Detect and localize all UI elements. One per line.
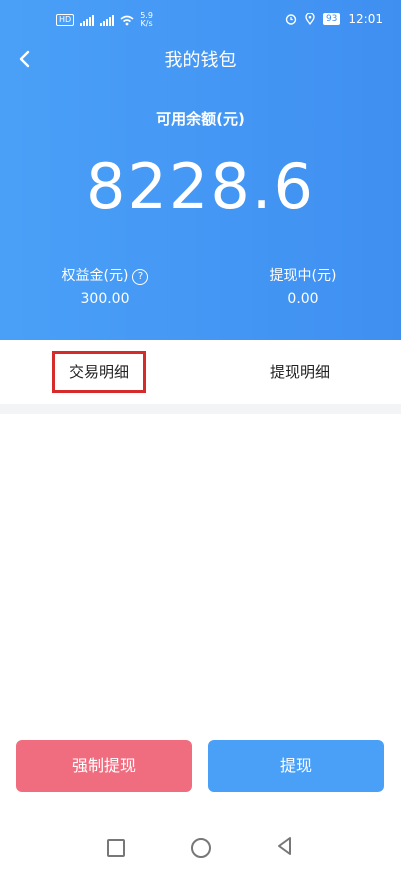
equity-block: 权益金(元)? 300.00 [40, 265, 170, 307]
wallet-header: HD 5.9 K/s 93 12:01 我的钱包 可用余额(元) 8228.6 权… [0, 0, 401, 340]
withdraw-button[interactable]: 提现 [208, 740, 384, 792]
tab-transaction-details[interactable]: 交易明细 [52, 340, 146, 404]
battery-indicator: 93 [322, 13, 341, 25]
withdrawing-block: 提现中(元) 0.00 [238, 265, 368, 307]
wifi-icon [120, 15, 134, 25]
location-icon [305, 13, 315, 25]
balance-value: 8228.6 [86, 150, 315, 223]
balance-label: 可用余额(元) [156, 110, 245, 128]
alarm-icon [285, 14, 297, 25]
signal-icon-2 [100, 14, 115, 26]
detail-tabs: 交易明细 提现明细 [0, 340, 401, 404]
withdrawing-label: 提现中(元) [269, 268, 337, 284]
system-nav-bar [0, 818, 401, 869]
tab-highlight-box: 交易明细 [52, 351, 146, 393]
hd-badge: HD [56, 14, 75, 26]
status-bar: HD 5.9 K/s 93 12:01 [0, 0, 401, 42]
status-right: 93 12:01 [285, 12, 383, 26]
help-icon[interactable]: ? [132, 269, 149, 285]
page-title: 我的钱包 [164, 50, 237, 71]
status-time: 12:01 [348, 12, 383, 26]
net-speed: 5.9 K/s [140, 12, 153, 28]
equity-label: 权益金(元) [61, 268, 129, 284]
section-divider [0, 404, 401, 414]
tab-withdraw-details[interactable]: 提现明细 [256, 340, 344, 404]
triangle-left-icon[interactable] [275, 836, 295, 856]
force-withdraw-button[interactable]: 强制提现 [16, 740, 192, 792]
status-left: HD 5.9 K/s [56, 12, 153, 28]
withdrawing-value: 0.00 [287, 291, 319, 307]
circle-icon[interactable] [191, 838, 211, 858]
signal-icon [80, 14, 95, 26]
equity-value: 300.00 [80, 291, 130, 307]
tab-label: 交易明细 [68, 363, 129, 381]
square-icon[interactable] [107, 839, 125, 857]
net-speed-unit: K/s [140, 19, 153, 28]
tab-label: 提现明细 [269, 363, 330, 381]
